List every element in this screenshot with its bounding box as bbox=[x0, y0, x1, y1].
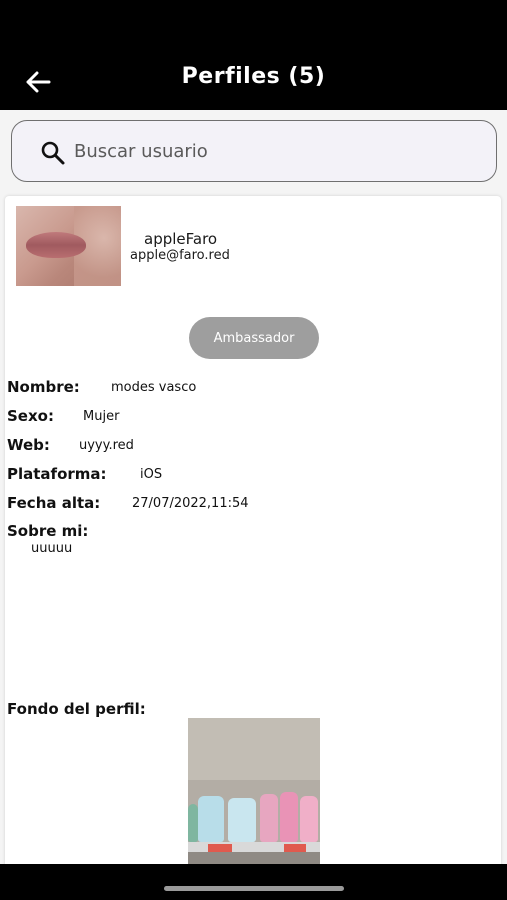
web-label: Web: bbox=[7, 436, 50, 454]
plataforma-label: Plataforma: bbox=[7, 465, 107, 483]
image-bottle bbox=[260, 794, 278, 842]
image-bottle bbox=[198, 796, 224, 842]
sobre-mi-value: uuuuu bbox=[31, 541, 73, 556]
fecha-alta-label: Fecha alta: bbox=[7, 494, 101, 512]
image-wall bbox=[188, 718, 320, 780]
fondo-perfil-label: Fondo del perfil: bbox=[7, 700, 146, 718]
sexo-value: Mujer bbox=[83, 409, 120, 424]
screen: Perfiles (5) appleFaro apple@faro.red Am… bbox=[0, 0, 507, 900]
image-price-tag bbox=[208, 844, 232, 852]
profile-email: apple@faro.red bbox=[130, 248, 230, 263]
plataforma-value: iOS bbox=[140, 467, 163, 482]
system-bottom-bar bbox=[0, 864, 507, 900]
profile-background-image[interactable] bbox=[188, 718, 320, 876]
avatar[interactable] bbox=[16, 206, 121, 286]
search-icon bbox=[41, 141, 65, 165]
image-bottle bbox=[228, 798, 256, 842]
page-title: Perfiles (5) bbox=[181, 64, 326, 89]
profile-card[interactable]: appleFaro apple@faro.red Ambassador Nomb… bbox=[5, 196, 501, 876]
avatar-lips-shape bbox=[26, 232, 86, 258]
content-area: appleFaro apple@faro.red Ambassador Nomb… bbox=[0, 110, 507, 876]
web-value[interactable]: uyyy.red bbox=[79, 438, 134, 453]
nombre-label: Nombre: bbox=[7, 378, 80, 396]
fecha-alta-value: 27/07/2022,11:54 bbox=[132, 496, 249, 511]
image-price-tag bbox=[284, 844, 306, 852]
image-bottle bbox=[188, 804, 198, 842]
image-bottle bbox=[300, 796, 318, 842]
ambassador-badge[interactable]: Ambassador bbox=[189, 317, 319, 359]
home-indicator[interactable] bbox=[164, 886, 344, 891]
image-bottle bbox=[280, 792, 298, 842]
sexo-label: Sexo: bbox=[7, 407, 54, 425]
sobre-mi-label: Sobre mi: bbox=[7, 522, 89, 540]
profile-username: appleFaro bbox=[144, 230, 218, 248]
search-input[interactable] bbox=[74, 135, 474, 167]
search-bar[interactable] bbox=[11, 120, 497, 182]
nombre-value: modes vasco bbox=[111, 380, 197, 395]
app-header: Perfiles (5) bbox=[0, 0, 507, 110]
